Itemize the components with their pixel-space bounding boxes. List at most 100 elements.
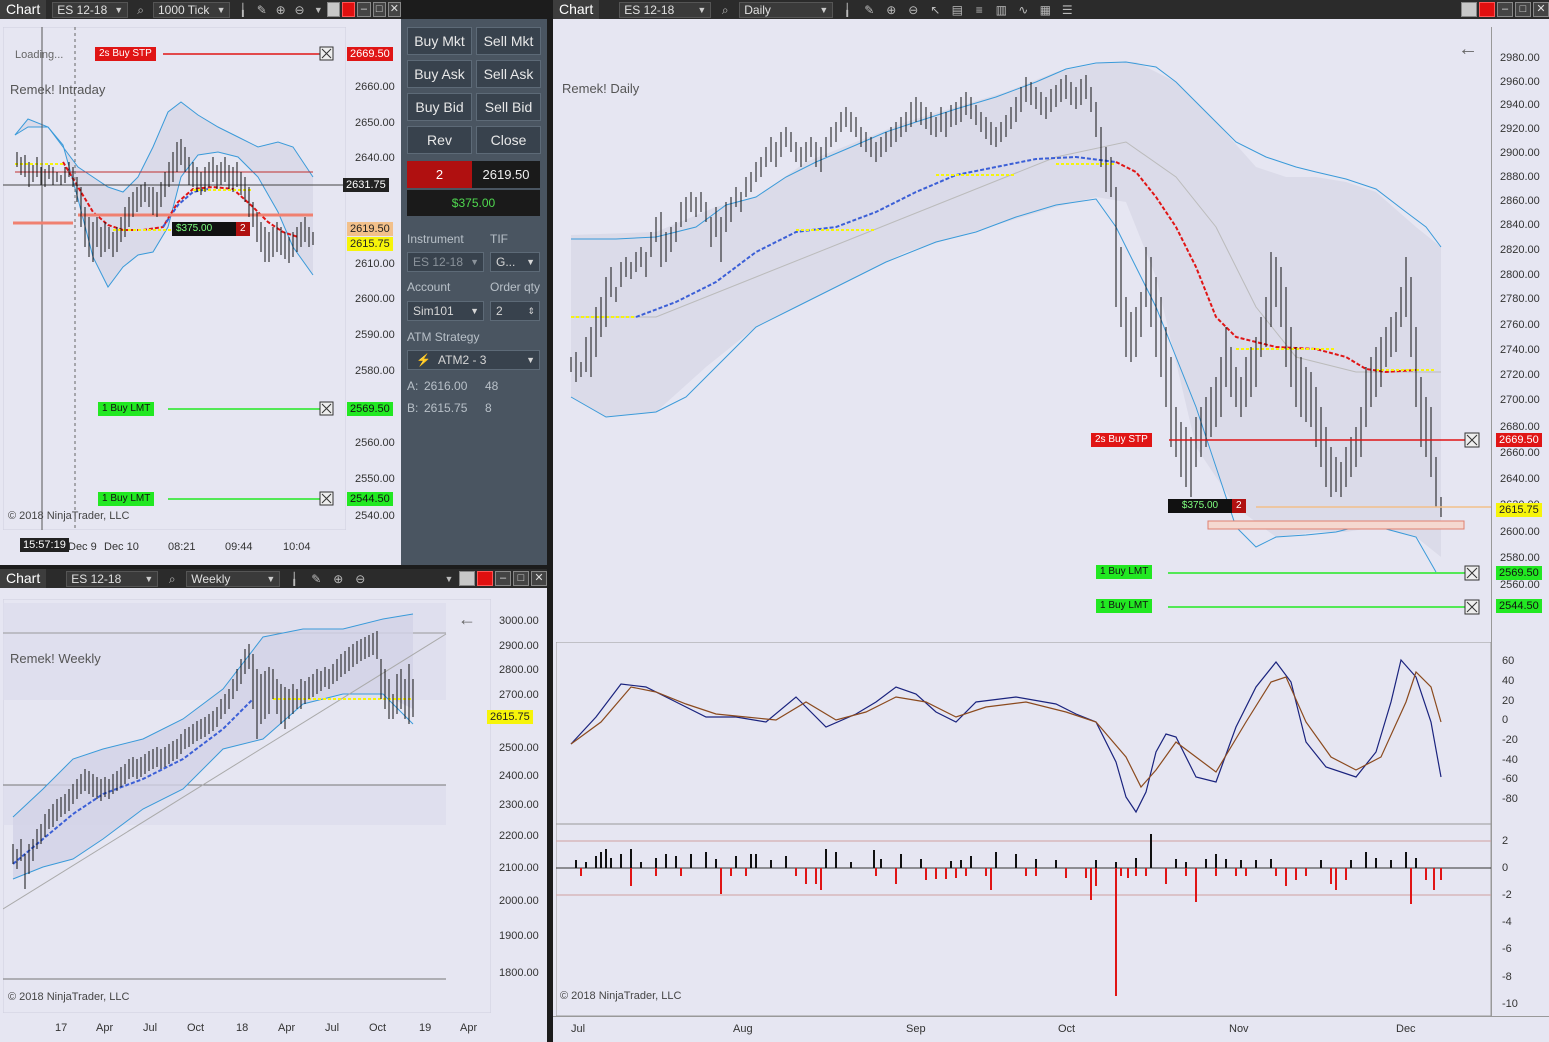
sell-bid-button[interactable]: Sell Bid — [476, 93, 541, 121]
buy-market-button[interactable]: Buy Mkt — [407, 27, 472, 55]
link-color-button[interactable] — [1479, 2, 1495, 17]
zoom-in-icon[interactable]: ⊕ — [274, 2, 287, 18]
properties-icon[interactable]: ☰ — [1059, 2, 1075, 18]
chart-trader-icon[interactable]: ∿ — [1015, 2, 1031, 18]
intraday-position-qty[interactable]: 2 — [236, 222, 250, 236]
daily-position-qty[interactable]: 2 — [1232, 499, 1246, 513]
daily-position-pnl[interactable]: $375.00 — [1168, 499, 1232, 513]
stepper-arrows-icon[interactable]: ⇕ — [527, 302, 535, 320]
time-label: Sep — [906, 1023, 926, 1035]
intraday-buy-lmt-2-price-tag[interactable]: 2544.50 — [347, 492, 393, 506]
intraday-buy-lmt-1-label[interactable]: 1 Buy LMT — [98, 402, 155, 416]
daily-buy-lmt-2-price-tag[interactable]: 2544.50 — [1496, 599, 1542, 613]
search-icon[interactable]: ⌕ — [164, 571, 180, 587]
sell-ask-button[interactable]: Sell Ask — [476, 60, 541, 88]
period-selector[interactable]: Daily ▼ — [739, 1, 834, 18]
instrument-selector[interactable]: ES 12-18 ▼ — [66, 570, 159, 587]
dropdown-menu-icon[interactable]: ▼ — [312, 2, 325, 18]
link-color-button[interactable] — [477, 571, 493, 586]
tile-button[interactable] — [326, 2, 341, 17]
draw-tool-icon[interactable]: ✎ — [308, 571, 324, 587]
maximize-button[interactable]: □ — [372, 2, 386, 17]
period-selector[interactable]: 1000 Tick ▼ — [152, 1, 231, 18]
pointer-icon[interactable]: ↖ — [927, 2, 943, 18]
reverse-button[interactable]: Rev — [407, 126, 472, 154]
daily-buy-lmt-1-price-tag[interactable]: 2569.50 — [1496, 566, 1542, 580]
maximize-button[interactable]: □ — [1515, 2, 1531, 17]
daily-buy-lmt-1-label[interactable]: 1 Buy LMT — [1096, 565, 1153, 579]
data-box-icon[interactable]: ▤ — [949, 2, 965, 18]
bar-style-icon[interactable]: ╽ — [839, 2, 855, 18]
chart-menu-button[interactable]: Chart — [0, 0, 47, 19]
daily-time-axis[interactable]: Jul Aug Sep Oct Nov Dec — [553, 1016, 1549, 1042]
close-button[interactable]: ✕ — [531, 571, 547, 586]
chevron-down-icon: ▼ — [216, 4, 226, 15]
daily-buy-lmt-2-label[interactable]: 1 Buy LMT — [1096, 599, 1153, 613]
price-label: 2680.00 — [1500, 421, 1540, 433]
dropdown-menu-icon[interactable]: ▼ — [441, 571, 457, 587]
maximize-button[interactable]: □ — [513, 571, 529, 586]
zoom-out-icon[interactable]: ⊖ — [293, 2, 306, 18]
zoom-in-icon[interactable]: ⊕ — [883, 2, 899, 18]
link-color-button[interactable] — [342, 2, 356, 17]
time-label: 19 — [419, 1022, 432, 1034]
search-icon[interactable]: ⌕ — [134, 2, 147, 18]
chart-menu-button[interactable]: Chart — [0, 569, 47, 588]
daily-price-axis[interactable]: 2980.00 2960.00 2940.00 2920.00 2900.00 … — [1491, 27, 1549, 642]
intraday-position-pnl[interactable]: $375.00 — [172, 222, 236, 236]
minimize-button[interactable]: – — [357, 2, 371, 17]
minimize-button[interactable]: – — [495, 571, 511, 586]
position-qty-display: 2 — [407, 161, 472, 188]
intraday-price-axis[interactable]: 2660.00 2650.00 2640.00 2610.00 2600.00 … — [346, 27, 401, 530]
close-position-button[interactable]: Close — [476, 126, 541, 154]
instrument-selector[interactable]: ES 12-18 ▼ — [407, 252, 484, 272]
daily-price-plot[interactable]: ← — [556, 27, 1491, 642]
osc-label: -60 — [1502, 773, 1518, 785]
instrument-label: Instrument — [407, 232, 464, 246]
daily-histogram-plot[interactable] — [556, 824, 1491, 1016]
intraday-crosshair-price-tag: 2631.75 — [343, 178, 389, 192]
tile-button[interactable] — [459, 571, 475, 586]
weekly-time-axis[interactable]: 17 Apr Jul Oct 18 Apr Jul Oct 19 Apr — [0, 1013, 547, 1042]
daily-oscillator-plot[interactable] — [556, 642, 1491, 824]
bar-style-icon[interactable]: ╽ — [286, 571, 302, 587]
daily-oscillator-axis[interactable]: 60 40 20 0 -20 -40 -60 -80 — [1491, 642, 1549, 824]
bar-style-icon[interactable]: ╽ — [236, 2, 249, 18]
buy-bid-button[interactable]: Buy Bid — [407, 93, 472, 121]
period-selector[interactable]: Weekly ▼ — [186, 570, 281, 587]
price-label: 2200.00 — [499, 830, 539, 842]
close-button[interactable]: ✕ — [1533, 2, 1549, 17]
zoom-out-icon[interactable]: ⊖ — [905, 2, 921, 18]
instrument-selector[interactable]: ES 12-18 ▼ — [52, 1, 129, 18]
indicators-icon[interactable]: ≡ — [971, 2, 987, 18]
intraday-plot[interactable]: ← — [3, 27, 346, 530]
chart-menu-button[interactable]: Chart — [553, 0, 600, 19]
atm-strategy-selector[interactable]: ⚡ ATM2 - 3 ▼ — [407, 350, 540, 370]
close-button[interactable]: ✕ — [387, 2, 401, 17]
tile-button[interactable] — [1461, 2, 1477, 17]
minimize-button[interactable]: – — [1497, 2, 1513, 17]
zoom-out-icon[interactable]: ⊖ — [352, 571, 368, 587]
draw-tool-icon[interactable]: ✎ — [255, 2, 268, 18]
intraday-buy-stp-price-tag[interactable]: 2669.50 — [347, 47, 393, 61]
templates-icon[interactable]: ▦ — [1037, 2, 1053, 18]
account-selector[interactable]: Sim101 ▼ — [407, 301, 484, 321]
instrument-selector[interactable]: ES 12-18 ▼ — [619, 1, 712, 18]
intraday-buy-lmt-1-price-tag[interactable]: 2569.50 — [347, 402, 393, 416]
tif-selector[interactable]: G... ▼ — [490, 252, 540, 272]
order-qty-stepper[interactable]: 2 ⇕ — [490, 301, 540, 321]
intraday-time-axis[interactable]: 15:57:19 Dec 9 Dec 10 08:21 09:44 10:04 — [0, 530, 401, 565]
draw-tool-icon[interactable]: ✎ — [861, 2, 877, 18]
sell-market-button[interactable]: Sell Mkt — [476, 27, 541, 55]
intraday-buy-lmt-2-label[interactable]: 1 Buy LMT — [98, 492, 155, 506]
daily-buy-stp-label[interactable]: 2s Buy STP — [1091, 433, 1152, 447]
buy-ask-button[interactable]: Buy Ask — [407, 60, 472, 88]
intraday-buy-stp-label[interactable]: 2s Buy STP — [95, 47, 156, 61]
search-icon[interactable]: ⌕ — [717, 2, 733, 18]
daily-buy-stp-price-tag[interactable]: 2669.50 — [1496, 433, 1542, 447]
tif-label: TIF — [490, 232, 508, 246]
daily-histogram-axis[interactable]: 2 0 -2 -4 -6 -8 -10 — [1491, 824, 1549, 1016]
strategies-icon[interactable]: ▥ — [993, 2, 1009, 18]
zoom-in-icon[interactable]: ⊕ — [330, 571, 346, 587]
weekly-price-axis[interactable]: 3000.00 2900.00 2800.00 2700.00 2500.00 … — [491, 599, 547, 1013]
